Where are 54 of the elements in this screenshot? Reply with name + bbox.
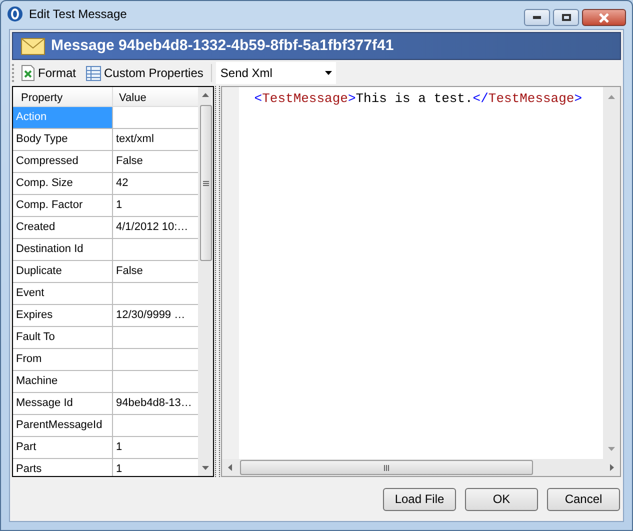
close-icon — [598, 12, 610, 22]
property-name[interactable]: Expires — [13, 305, 113, 326]
format-button[interactable]: Format — [19, 62, 78, 84]
property-name[interactable]: Parts — [13, 459, 113, 476]
xml-editor[interactable]: <TestMessage>This is a test.</TestMessage> — [239, 87, 603, 459]
property-value[interactable]: 1 — [113, 459, 198, 476]
horizontal-scrollbar[interactable] — [222, 459, 620, 476]
property-value[interactable]: text/xml — [113, 129, 198, 150]
property-value[interactable]: 12/30/9999 … — [113, 305, 198, 326]
load-file-button[interactable]: Load File — [383, 488, 456, 510]
ok-button[interactable]: OK — [465, 488, 538, 510]
dropdown-arrow-icon — [325, 71, 332, 75]
mode-dropdown[interactable]: Send Xml — [216, 62, 336, 84]
scroll-right-icon — [610, 464, 614, 471]
property-name[interactable]: Created — [13, 217, 113, 238]
property-name[interactable]: Body Type — [13, 129, 113, 150]
property-name[interactable]: Compressed — [13, 151, 113, 172]
property-name[interactable]: Part — [13, 437, 113, 458]
custom-properties-button[interactable]: Custom Properties — [84, 62, 206, 84]
scroll-thumb[interactable] — [240, 460, 534, 475]
property-name[interactable]: Comp. Size — [13, 173, 113, 194]
property-value[interactable]: False — [113, 261, 198, 282]
property-value[interactable]: 1 — [113, 437, 198, 458]
document-icon — [21, 65, 35, 81]
scroll-down-icon — [608, 447, 615, 451]
code-line: <TestMessage>This is a test.</TestMessage> — [254, 91, 584, 107]
scroll-thumb[interactable] — [200, 105, 212, 261]
property-value[interactable]: 42 — [113, 173, 198, 194]
column-header[interactable]: Value — [113, 87, 198, 106]
maximize-button[interactable] — [553, 9, 579, 26]
cancel-button[interactable]: Cancel — [547, 488, 620, 510]
property-value[interactable]: 4/1/2012 10:… — [113, 217, 198, 238]
editor-vertical-scrollbar[interactable] — [602, 87, 620, 459]
grip-icon — [202, 180, 209, 186]
scroll-up-icon — [202, 93, 210, 97]
property-name[interactable]: Comp. Factor — [13, 195, 113, 216]
grip-icon — [384, 464, 390, 470]
window-title: Edit Test Message — [29, 6, 127, 23]
property-name[interactable]: Duplicate — [13, 261, 113, 282]
app-icon — [7, 6, 23, 22]
scroll-left-icon — [228, 464, 232, 471]
property-value[interactable]: 94beb4d8-13… — [113, 393, 198, 414]
table-icon — [86, 66, 102, 80]
property-value[interactable]: False — [113, 151, 198, 172]
scroll-up-icon — [608, 95, 615, 99]
close-button[interactable] — [582, 9, 626, 26]
minimize-button[interactable] — [524, 9, 550, 26]
column-header[interactable]: Property — [13, 87, 113, 106]
scroll-down-icon — [202, 466, 210, 470]
property-name[interactable]: Message Id — [13, 393, 113, 414]
vertical-scrollbar[interactable] — [198, 87, 214, 476]
message-title: Message 94beb4d8-1332-4b59-8fbf-5a1fbf377f41 — [51, 36, 394, 56]
envelope-icon — [21, 38, 45, 54]
property-value[interactable]: 1 — [113, 195, 198, 216]
